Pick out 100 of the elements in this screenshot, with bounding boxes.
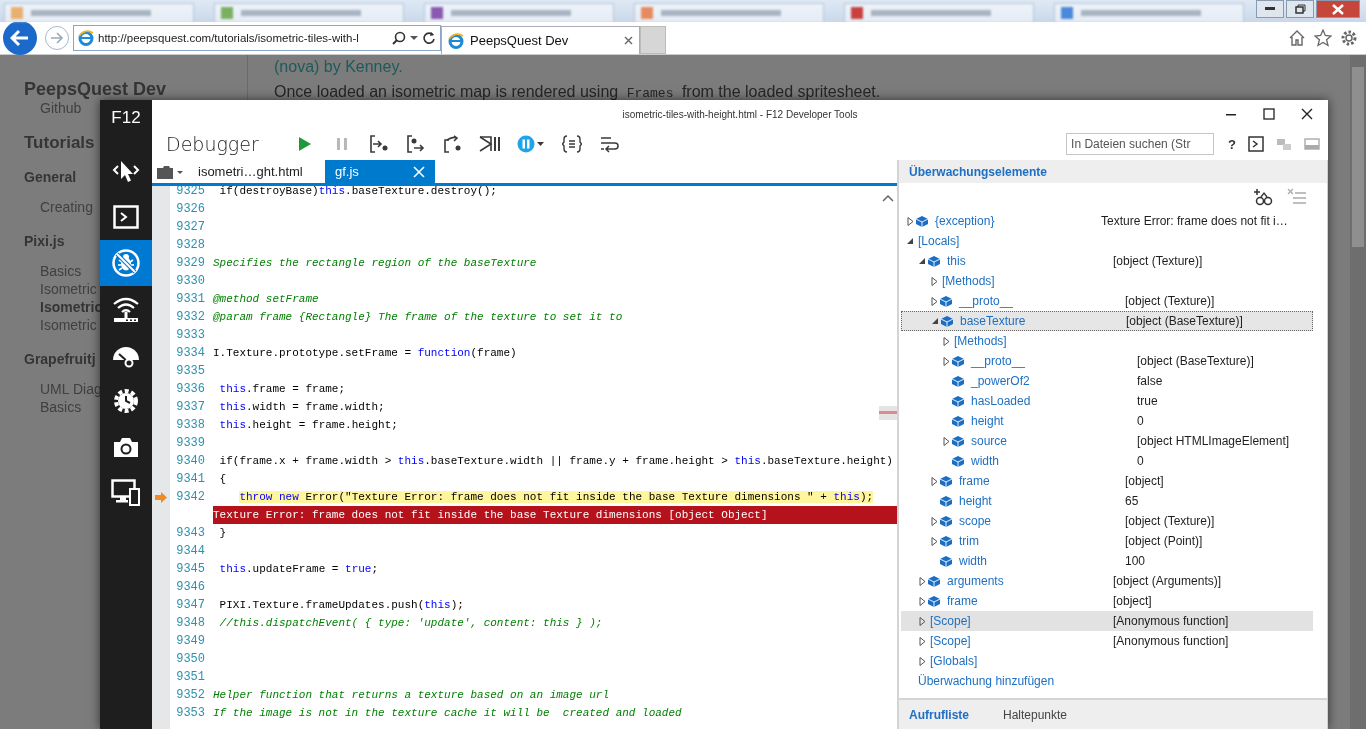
minimize-button[interactable] xyxy=(1256,0,1284,18)
line-number: 9336 xyxy=(175,382,205,396)
refresh-icon[interactable] xyxy=(422,31,436,45)
watch-row[interactable]: frame [object] xyxy=(901,591,1313,611)
variable-value: 0 xyxy=(1137,454,1144,468)
collapsed-triangle-icon[interactable] xyxy=(941,335,952,347)
help-button[interactable]: ? xyxy=(1228,136,1236,152)
collapsed-triangle-icon[interactable] xyxy=(917,635,928,647)
property-icon xyxy=(940,495,952,507)
back-button[interactable] xyxy=(3,21,37,55)
watch-row[interactable]: this [object (Texture)] xyxy=(901,251,1313,271)
watch-row[interactable]: [Methods] xyxy=(901,331,1313,351)
collapsed-triangle-icon[interactable] xyxy=(917,575,928,587)
close-icon xyxy=(1332,3,1344,15)
file-tab[interactable]: gf.js xyxy=(325,160,435,183)
variable-value: [object (Arguments)] xyxy=(1113,574,1222,588)
watch-row[interactable]: baseTexture [object (BaseTexture)] xyxy=(901,311,1313,331)
watch-row[interactable]: width 100 xyxy=(901,551,1313,571)
variable-name: [Scope] xyxy=(930,634,971,648)
error-message: Texture Error: frame does not fit inside the base Texture dimensions [object Object] xyxy=(213,506,897,524)
background-tab[interactable] xyxy=(844,3,1034,22)
watch-row[interactable]: [Locals] xyxy=(901,231,1313,251)
property-icon xyxy=(940,475,952,487)
line-number: 9342 xyxy=(175,490,205,504)
address-field[interactable]: http://peepsquest.com/tutorials/isometric-tiles-with-l xyxy=(73,25,441,51)
line-number: 9347 xyxy=(175,598,205,612)
variable-name: __proto__ xyxy=(971,354,1026,368)
line-number: 9346 xyxy=(175,580,205,594)
folder-icon xyxy=(156,163,184,180)
panel-tab[interactable]: Haltepunkte xyxy=(993,707,1078,722)
collapsed-triangle-icon[interactable] xyxy=(905,215,916,227)
collapsed-triangle-icon[interactable] xyxy=(929,515,940,527)
collapsed-triangle-icon[interactable] xyxy=(929,535,940,547)
watch-row[interactable]: height 0 xyxy=(901,411,1313,431)
code-line: this.width = frame.width; xyxy=(218,401,386,413)
line-number: 9349 xyxy=(175,634,205,648)
variable-value: [object (BaseTexture)] xyxy=(1126,314,1243,328)
settings-icon[interactable] xyxy=(1340,29,1358,47)
variable-name: width xyxy=(971,454,999,468)
watch-row[interactable]: height 65 xyxy=(901,491,1313,511)
background-tab[interactable] xyxy=(1054,3,1244,22)
star-icon[interactable] xyxy=(1314,29,1332,47)
variable-name: height xyxy=(971,414,1004,428)
add-watch-link[interactable]: Überwachung hinzufügen xyxy=(918,671,1055,691)
caret-icon[interactable] xyxy=(410,35,418,41)
property-icon xyxy=(952,355,964,367)
home-icon[interactable] xyxy=(1288,29,1306,47)
scroll-up-icon[interactable] xyxy=(882,194,894,202)
variable-name: [Locals] xyxy=(918,234,960,248)
restore-button[interactable] xyxy=(1286,0,1314,18)
variable-name: frame xyxy=(947,594,978,608)
watch-row[interactable]: frame [object] xyxy=(901,471,1313,491)
background-tab[interactable] xyxy=(424,3,614,22)
watch-row[interactable]: [Scope] [Anonymous function] xyxy=(901,631,1313,651)
watch-row[interactable]: {exception} Texture Error: frame does not fit i… xyxy=(901,211,1313,231)
scrollbar[interactable] xyxy=(1350,55,1366,729)
variable-value: false xyxy=(1137,374,1163,388)
code-line: this.height = frame.height; xyxy=(218,419,399,431)
nav-heading: Grapefruitj xyxy=(24,350,96,368)
collapsed-triangle-icon[interactable] xyxy=(941,355,952,367)
search-field[interactable]: In Dateien suchen (Str xyxy=(1066,133,1215,155)
watch-row[interactable]: trim [object (Point)] xyxy=(901,531,1313,551)
console-icon[interactable] xyxy=(1248,136,1264,152)
property-icon xyxy=(940,555,952,567)
watch-row[interactable]: arguments [object (Arguments)] xyxy=(901,571,1313,591)
close-icon[interactable] xyxy=(624,36,633,45)
watch-row[interactable]: [Scope] [Anonymous function] xyxy=(901,611,1313,631)
collapsed-triangle-icon[interactable] xyxy=(917,655,928,667)
watch-row[interactable]: source [object HTMLImageElement] xyxy=(901,431,1313,451)
collapsed-triangle-icon[interactable] xyxy=(917,595,928,607)
watch-row[interactable]: __proto__ [object (Texture)] xyxy=(901,291,1313,311)
line-number: 9332 xyxy=(175,310,205,324)
variable-name: {exception} xyxy=(935,214,995,228)
browser-logo-icon xyxy=(448,32,464,49)
collapsed-triangle-icon[interactable] xyxy=(941,435,952,447)
variable-name: scope xyxy=(959,514,992,528)
file-tab[interactable]: isometri…ght.html xyxy=(188,160,325,183)
browser-tab[interactable]: PeepsQuest Dev xyxy=(441,26,640,54)
collapsed-triangle-icon[interactable] xyxy=(917,615,928,627)
line-number: 9335 xyxy=(175,364,205,378)
search-icon[interactable] xyxy=(392,31,406,45)
collapsed-triangle-icon[interactable] xyxy=(929,475,940,487)
collapsed-triangle-icon[interactable] xyxy=(929,295,940,307)
watch-row[interactable]: hasLoaded true xyxy=(901,391,1313,411)
watch-row[interactable]: [Globals] xyxy=(901,651,1313,671)
watch-row[interactable]: _powerOf2 false xyxy=(901,371,1313,391)
console-icon xyxy=(113,205,139,229)
variable-name: trim xyxy=(959,534,979,548)
watch-row[interactable]: scope [object (Texture)] xyxy=(901,511,1313,531)
variable-name: arguments xyxy=(947,574,1004,588)
watch-row[interactable]: width 0 xyxy=(901,451,1313,471)
variable-value: [object HTMLImageElement] xyxy=(1137,434,1290,448)
panel-tab[interactable]: Aufrufliste xyxy=(899,707,979,722)
add-watch-icon[interactable] xyxy=(1253,188,1273,206)
variable-name: __proto__ xyxy=(959,294,1014,308)
step-out-icon xyxy=(443,135,463,153)
collapsed-triangle-icon[interactable] xyxy=(929,275,940,287)
line-number: 9329 xyxy=(175,256,205,270)
watch-row[interactable]: __proto__ [object (BaseTexture)] xyxy=(901,351,1313,371)
watch-row[interactable]: [Methods] xyxy=(901,271,1313,291)
